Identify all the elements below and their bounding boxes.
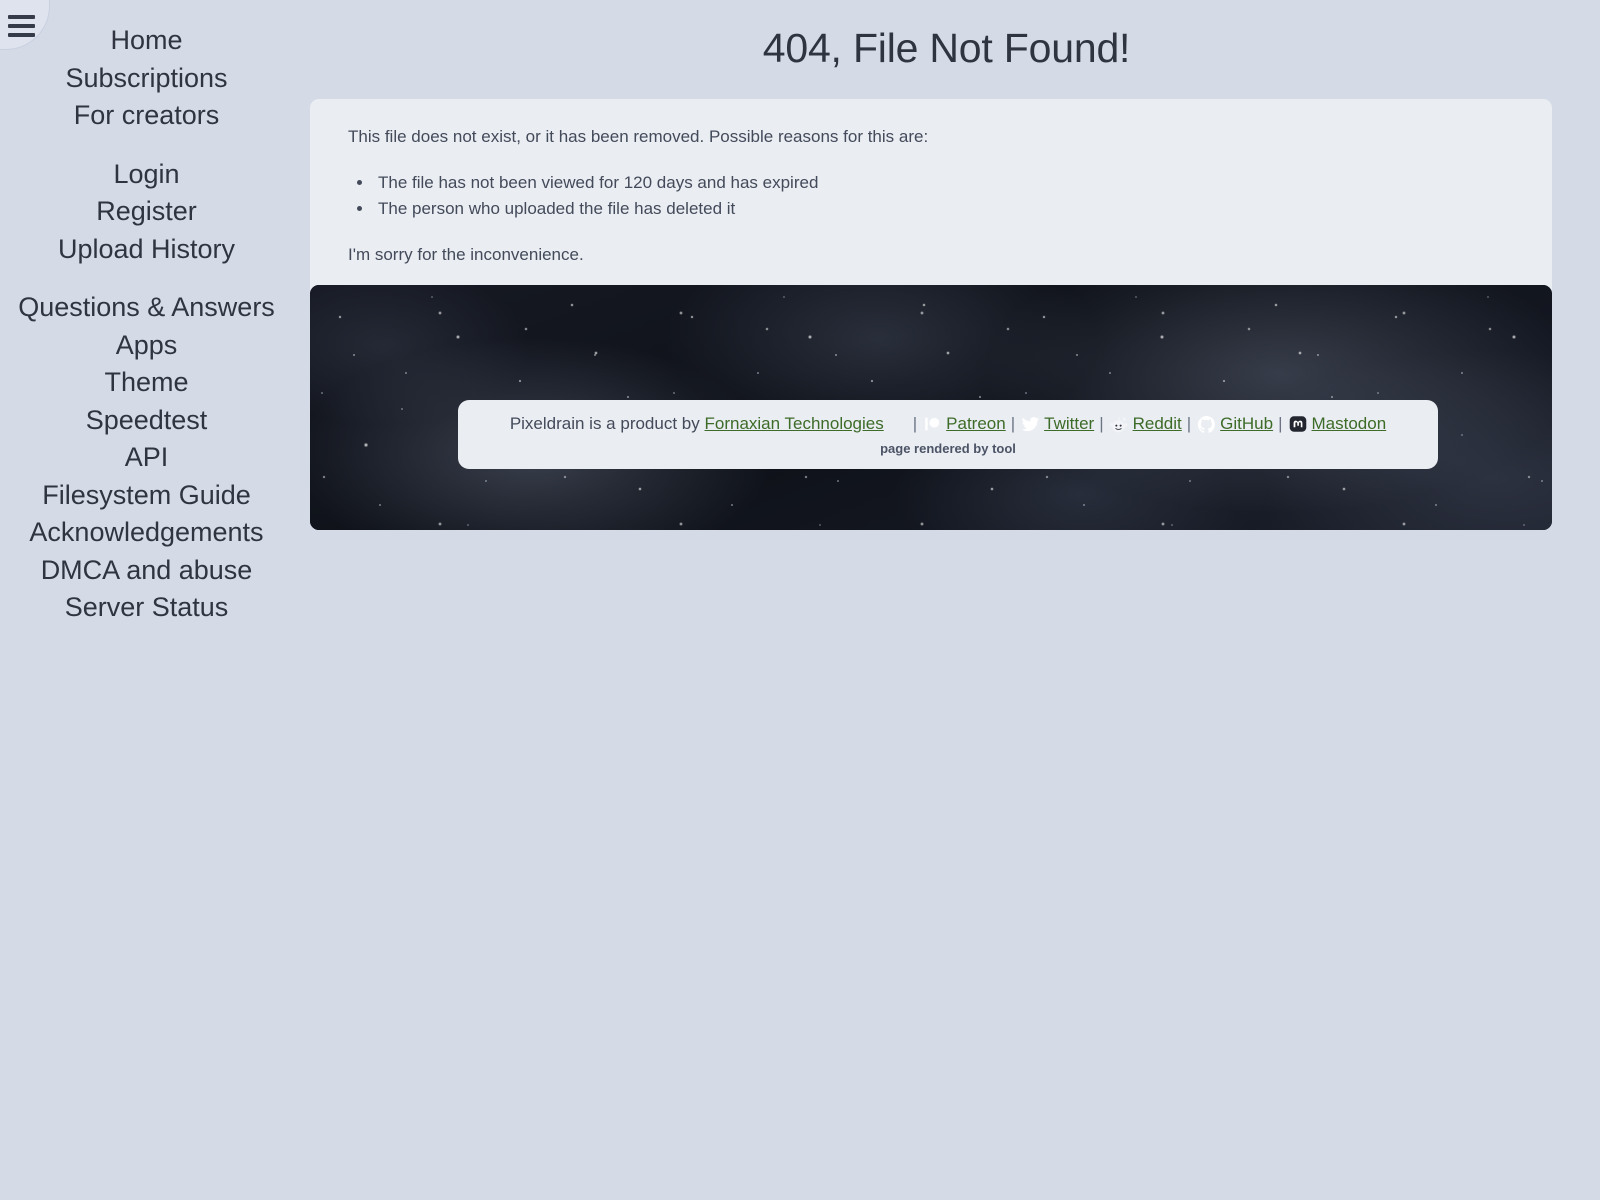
sidebar-group-resources: Questions & Answers Apps Theme Speedtest… — [0, 289, 293, 627]
footer-product-text: Pixeldrain is a product by — [509, 414, 700, 433]
sidebar-item-api[interactable]: API — [0, 439, 293, 477]
social-links-group: | Patreon | Twitter | Reddit | GitHub | … — [908, 412, 1386, 436]
sidebar-item-subscriptions[interactable]: Subscriptions — [0, 60, 293, 98]
separator: | — [1099, 414, 1104, 433]
error-message-card: This file does not exist, or it has been… — [310, 99, 1552, 297]
patreon-label: Patreon — [946, 414, 1006, 433]
sidebar-item-speedtest[interactable]: Speedtest — [0, 402, 293, 440]
sidebar-group-account: Login Register Upload History — [0, 156, 293, 269]
github-icon — [1196, 414, 1216, 434]
footer-links-row: Pixeldrain is a product by Fornaxian Tec… — [474, 412, 1422, 436]
sidebar-item-dmca-and-abuse[interactable]: DMCA and abuse — [0, 552, 293, 590]
sidebar: Home Subscriptions For creators Login Re… — [0, 0, 293, 1200]
sidebar-item-for-creators[interactable]: For creators — [0, 97, 293, 135]
reddit-link[interactable]: Reddit — [1109, 412, 1182, 436]
error-apology-text: I'm sorry for the inconvenience. — [348, 245, 584, 264]
sidebar-item-upload-history[interactable]: Upload History — [0, 231, 293, 269]
error-intro-text: This file does not exist, or it has been… — [348, 127, 929, 146]
github-label: GitHub — [1220, 414, 1274, 433]
footer-card: Pixeldrain is a product by Fornaxian Tec… — [458, 400, 1438, 469]
page-title: 404, File Not Found! — [762, 25, 1131, 71]
mastodon-icon — [1288, 414, 1308, 434]
separator: | — [1186, 414, 1192, 433]
hamburger-icon — [8, 15, 35, 37]
sidebar-item-apps[interactable]: Apps — [0, 327, 293, 365]
separator: | — [1010, 414, 1016, 433]
reddit-icon — [1109, 414, 1129, 434]
reddit-label: Reddit — [1132, 414, 1182, 433]
sidebar-item-register[interactable]: Register — [0, 193, 293, 231]
main-content: 404, File Not Found! This file does not … — [293, 0, 1600, 1200]
space-background-banner: Pixeldrain is a product by Fornaxian Tec… — [310, 285, 1552, 530]
sidebar-group-primary: Home Subscriptions For creators — [0, 22, 293, 135]
sidebar-item-acknowledgements[interactable]: Acknowledgements — [0, 514, 293, 552]
mastodon-link[interactable]: Mastodon — [1288, 412, 1387, 436]
sidebar-item-filesystem-guide[interactable]: Filesystem Guide — [0, 477, 293, 515]
patreon-link[interactable]: Patreon — [922, 412, 1006, 436]
separator: | — [1278, 414, 1283, 433]
patreon-icon — [922, 414, 942, 434]
list-item: The file has not been viewed for 120 day… — [374, 170, 1514, 196]
twitter-label: Twitter — [1044, 414, 1095, 433]
github-link[interactable]: GitHub — [1196, 412, 1273, 436]
sidebar-item-questions-answers[interactable]: Questions & Answers — [0, 289, 293, 327]
sidebar-item-server-status[interactable]: Server Status — [0, 589, 293, 627]
page-rendered-by-text: page rendered by tool — [880, 441, 1016, 456]
separator: | — [912, 414, 918, 433]
sidebar-item-theme[interactable]: Theme — [0, 364, 293, 402]
list-item: The person who uploaded the file has del… — [374, 196, 1514, 222]
error-reasons-list: The file has not been viewed for 120 day… — [374, 170, 1514, 222]
twitter-link[interactable]: Twitter — [1020, 412, 1094, 436]
twitter-icon — [1020, 414, 1040, 434]
sidebar-item-login[interactable]: Login — [0, 156, 293, 194]
fornaxian-technologies-link[interactable]: Fornaxian Technologies — [704, 412, 883, 436]
mastodon-label: Mastodon — [1311, 414, 1387, 433]
